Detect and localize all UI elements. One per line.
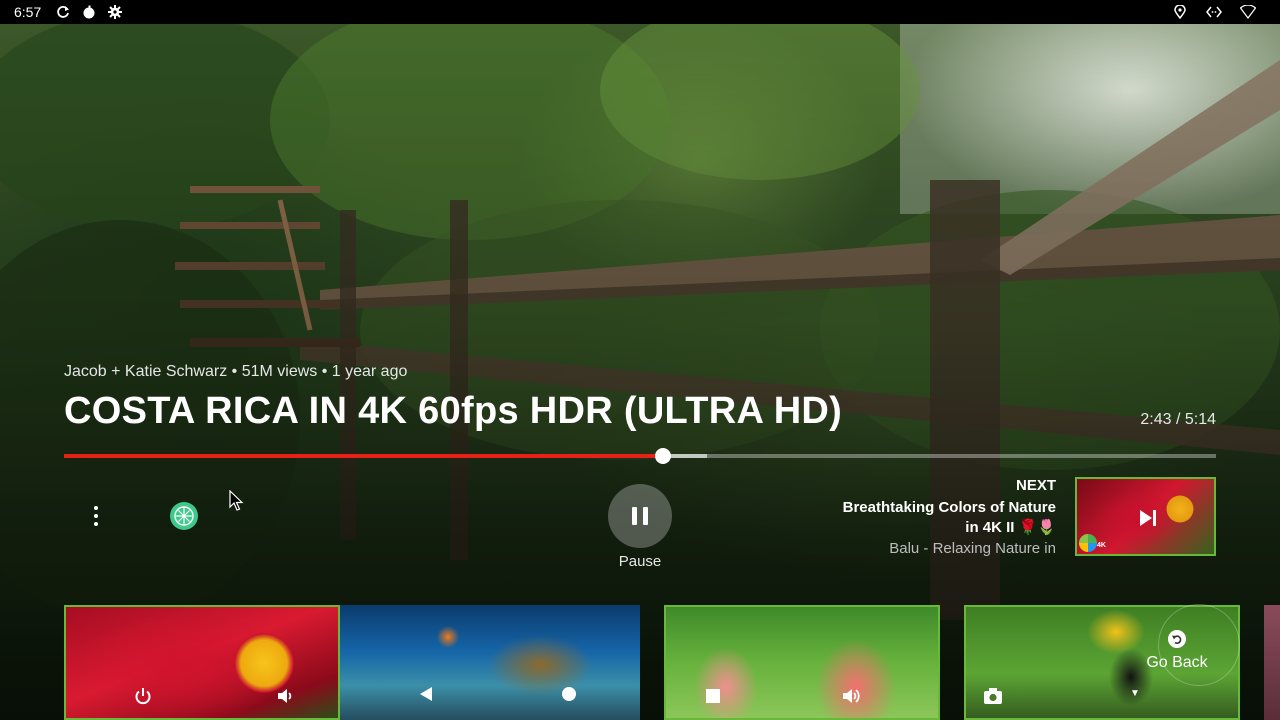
- code-icon: [1206, 4, 1222, 20]
- recents-square-icon[interactable]: [702, 685, 724, 707]
- channel-avatar-button[interactable]: [170, 502, 198, 530]
- progress-bar[interactable]: [64, 448, 1216, 464]
- channel-badge-icon: [1079, 534, 1097, 552]
- next-title: Breathtaking Colors of Nature in 4K II 🌹…: [842, 499, 1056, 536]
- more-options-button[interactable]: [82, 500, 110, 532]
- video-meta: Jacob + Katie Schwarz • 51M views • 1 ye…: [64, 363, 408, 380]
- camera-icon[interactable]: [982, 685, 1004, 707]
- pause-label: Pause: [618, 553, 662, 570]
- caret-down-icon: ▼: [1130, 688, 1140, 699]
- volume-up-icon[interactable]: [840, 685, 862, 707]
- go-back-button[interactable]: Go Back: [1140, 630, 1214, 672]
- next-up-panel[interactable]: NEXT Breathtaking Colors of Nature in 4K…: [836, 477, 1056, 557]
- back-triangle-icon[interactable]: [415, 683, 437, 705]
- related-video-card[interactable]: [64, 605, 340, 720]
- status-time: 6:57: [14, 4, 42, 20]
- related-video-card[interactable]: [340, 605, 640, 720]
- channel-logo-icon: [174, 506, 194, 526]
- quality-badge: 4K: [1097, 542, 1106, 549]
- related-video-card[interactable]: [664, 605, 940, 720]
- progress-played: [64, 454, 664, 458]
- power-icon[interactable]: [132, 685, 154, 707]
- related-video-card-partial[interactable]: [1264, 605, 1280, 720]
- refresh-icon: [55, 4, 71, 20]
- undo-icon: [1168, 630, 1186, 648]
- pause-icon: [632, 507, 637, 525]
- go-back-label: Go Back: [1146, 654, 1208, 671]
- next-label: NEXT: [1015, 477, 1056, 494]
- next-channel: Balu - Relaxing Nature in: [889, 540, 1056, 557]
- next-video-thumbnail[interactable]: 4K: [1075, 477, 1216, 556]
- skip-next-icon: [1140, 510, 1156, 526]
- video-title: COSTA RICA IN 4K 60fps HDR (ULTRA HD): [64, 390, 843, 432]
- mouse-cursor-icon: [229, 489, 245, 517]
- home-circle-icon[interactable]: [558, 683, 580, 705]
- progress-scrubber[interactable]: [655, 448, 672, 464]
- wifi-icon: [1240, 4, 1256, 20]
- volume-down-icon[interactable]: [274, 685, 296, 707]
- more-vert-icon: [94, 506, 98, 510]
- gear-icon: [107, 4, 123, 20]
- apple-icon: [81, 4, 97, 20]
- status-bar: 6:57: [0, 0, 1280, 24]
- related-videos-rail: [0, 605, 1280, 720]
- time-readout: 2:43 / 5:14: [1140, 411, 1216, 428]
- location-icon: [1172, 4, 1188, 20]
- pause-button[interactable]: [608, 484, 672, 548]
